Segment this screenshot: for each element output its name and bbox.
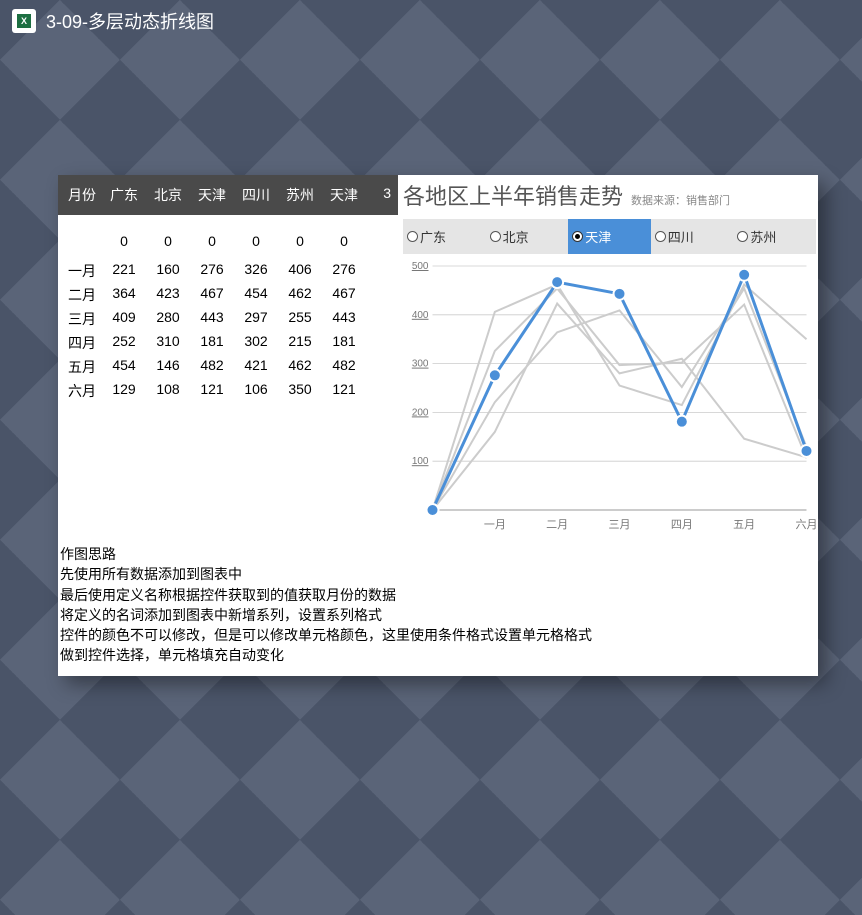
table-row: 一月221160276326406276 (58, 259, 398, 283)
table-row: 六月129108121106350121 (58, 379, 398, 403)
notes-section: 作图思路 先使用所有数据添加到图表中最后使用定义名称根据控件获取到的值获取月份的… (58, 538, 818, 676)
svg-text:一月: 一月 (484, 519, 506, 531)
table-row: 四月252310181302215181 (58, 331, 398, 355)
svg-text:五月: 五月 (733, 519, 755, 531)
svg-text:200: 200 (412, 407, 429, 418)
chart-title: 各地区上半年销售走势 (403, 179, 623, 211)
col-extra: 3 (366, 185, 391, 205)
notes-line: 最后使用定义名称根据控件获取到的值获取月份的数据 (60, 585, 816, 605)
table-row: 三月409280443297255443 (58, 307, 398, 331)
svg-text:400: 400 (412, 310, 429, 321)
col-bj: 北京 (146, 185, 190, 205)
table-header-row: 月份 广东 北京 天津 四川 苏州 天津 3 (58, 175, 398, 215)
radio-icon (490, 231, 501, 242)
file-title: 3-09-多层动态折线图 (46, 8, 214, 34)
svg-text:六月: 六月 (796, 518, 817, 531)
col-tj2: 天津 (322, 185, 366, 205)
radio-广东[interactable]: 广东 (403, 219, 486, 254)
chart-panel: 各地区上半年销售走势 数据来源：销售部门 广东北京天津四川苏州 500 400 30… (398, 175, 818, 538)
radio-icon (407, 231, 418, 242)
col-sz: 苏州 (278, 185, 322, 205)
svg-text:二月: 二月 (546, 519, 568, 531)
data-table: 月份 广东 北京 天津 四川 苏州 天津 3 0 0 0 0 0 0 一月221… (58, 175, 398, 538)
content-card: 月份 广东 北京 天津 四川 苏州 天津 3 0 0 0 0 0 0 一月221… (58, 175, 818, 676)
notes-line: 先使用所有数据添加到图表中 (60, 564, 816, 584)
radio-北京[interactable]: 北京 (486, 219, 569, 254)
notes-heading: 作图思路 (60, 544, 816, 564)
notes-line: 将定义的名词添加到图表中新增系列，设置系列格式 (60, 605, 816, 625)
svg-text:四月: 四月 (671, 519, 693, 531)
col-gd: 广东 (102, 185, 146, 205)
titlebar: X 3-09-多层动态折线图 (0, 0, 862, 42)
svg-text:100: 100 (412, 456, 429, 467)
table-row: 五月454146482421462482 (58, 355, 398, 379)
excel-icon: X (12, 9, 36, 33)
notes-line: 控件的颜色不可以修改，但是可以修改单元格颜色，这里使用条件格式设置单元格格式 (60, 625, 816, 645)
radio-天津[interactable]: 天津 (568, 219, 651, 254)
col-sc: 四川 (234, 185, 278, 205)
notes-line: 做到控件选择，单元格填充自动变化 (60, 645, 816, 665)
radio-icon (655, 231, 666, 242)
line-chart-svg: 500 400 300 200 100 一月 二月 三月 四月 五月 六月 (403, 258, 816, 538)
chart-plot: 500 400 300 200 100 一月 二月 三月 四月 五月 六月 (403, 258, 816, 538)
col-tj: 天津 (190, 185, 234, 205)
col-month: 月份 (62, 185, 102, 205)
radio-icon (572, 231, 583, 242)
svg-text:300: 300 (412, 359, 429, 370)
svg-text:500: 500 (412, 261, 429, 272)
radio-苏州[interactable]: 苏州 (733, 219, 816, 254)
series-selector: 广东北京天津四川苏州 (403, 219, 816, 254)
radio-四川[interactable]: 四川 (651, 219, 734, 254)
table-zeros-row: 0 0 0 0 0 0 (58, 215, 398, 259)
radio-icon (737, 231, 748, 242)
table-row: 二月364423467454462467 (58, 283, 398, 307)
svg-text:三月: 三月 (609, 519, 631, 531)
chart-source: 数据来源：销售部门 (631, 192, 730, 208)
